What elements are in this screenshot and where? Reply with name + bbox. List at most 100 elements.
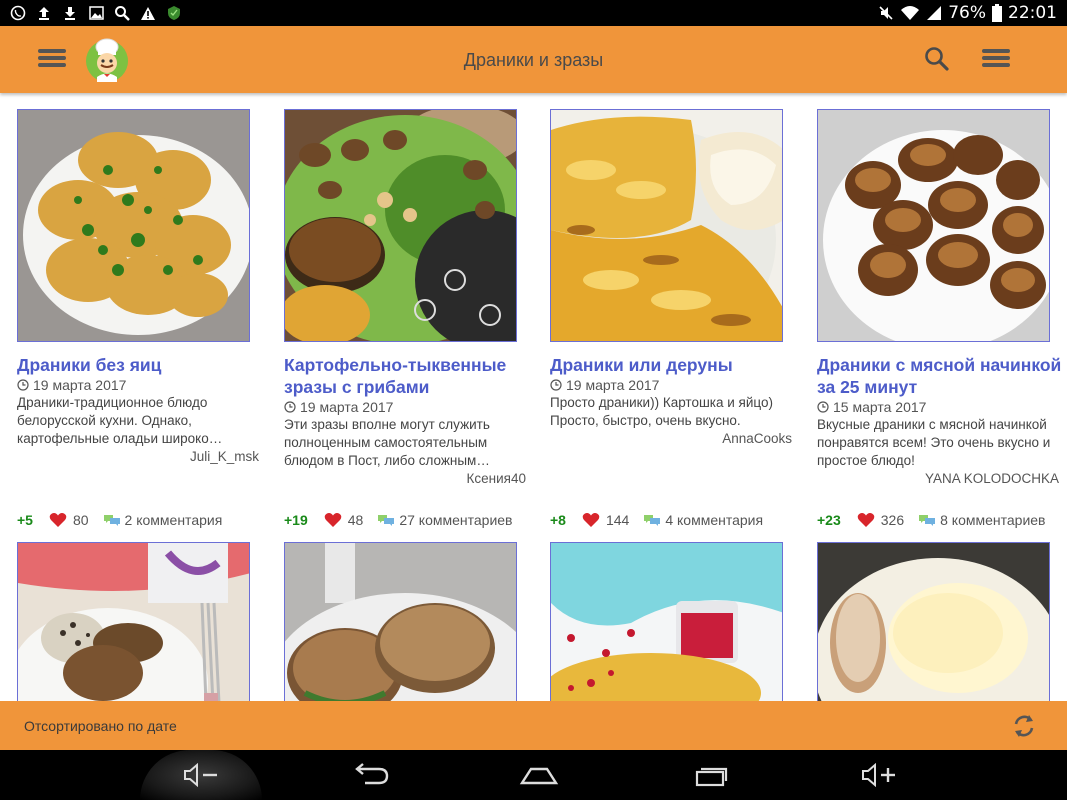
recipe-date: 19 марта 2017	[550, 377, 800, 393]
recipe-card[interactable]: Драники без яиц 19 марта 2017 Драники-тр…	[17, 109, 267, 528]
recipe-photo[interactable]	[17, 542, 250, 701]
recipe-description: Вкусные драники с мясной начинкой понрав…	[817, 417, 1051, 468]
recipe-stats: +23 326 8 комментариев	[817, 512, 1046, 528]
recipe-date-text: 15 марта 2017	[833, 399, 927, 415]
home-icon	[519, 767, 559, 785]
recipe-card[interactable]: Картофельно-тыквенные зразы с грибами 19…	[284, 109, 534, 528]
refresh-icon	[1014, 715, 1034, 737]
menu-icon-line	[982, 63, 1010, 67]
volume-up-button[interactable]	[856, 758, 902, 792]
recipe-title[interactable]: Драники или деруны	[550, 354, 800, 376]
recipe-description: Эти зразы вполне могут служить полноценн…	[284, 417, 490, 468]
recipe-card[interactable]	[284, 542, 534, 701]
sort-label[interactable]: Отсортировано по дате	[24, 718, 177, 734]
search-icon	[925, 47, 949, 71]
recipe-description: Драники-традиционное блюдо белорусской к…	[17, 395, 223, 446]
recipe-stats: +8 144 4 комментария	[550, 512, 763, 528]
rating-score: +23	[817, 512, 841, 528]
comments-count[interactable]: 2 комментария	[125, 512, 223, 528]
menu-icon	[982, 49, 1010, 53]
heart-icon[interactable]	[582, 512, 600, 528]
search-button[interactable]	[922, 44, 952, 74]
recipe-photo[interactable]	[550, 542, 783, 701]
clock-icon	[550, 379, 562, 391]
rating-score: +19	[284, 512, 308, 528]
home-button[interactable]	[516, 758, 562, 792]
recipe-author[interactable]: Juli_K_msk	[17, 449, 259, 464]
likes-count: 326	[880, 512, 905, 528]
recipe-date: 19 марта 2017	[284, 399, 534, 415]
recipe-title[interactable]: Драники без яиц	[17, 354, 267, 376]
recipe-date-text: 19 марта 2017	[566, 377, 660, 393]
battery-icon	[992, 4, 1002, 22]
clock-icon	[817, 401, 829, 413]
recipe-card[interactable]: Драники с мясной начинкой за 25 минут 15…	[817, 109, 1067, 528]
heart-icon[interactable]	[857, 512, 875, 528]
recipe-photo[interactable]	[817, 109, 1050, 342]
download-icon	[62, 5, 78, 21]
recipe-card[interactable]	[17, 542, 267, 701]
comments-count[interactable]: 8 комментариев	[940, 512, 1045, 528]
refresh-button[interactable]	[1010, 712, 1038, 740]
recipe-author[interactable]: YANA KOLODOCHKA	[817, 471, 1059, 486]
heart-icon[interactable]	[324, 512, 342, 528]
recipe-date-text: 19 марта 2017	[33, 377, 127, 393]
viber-icon	[10, 5, 26, 21]
rating-score: +8	[550, 512, 566, 528]
likes-count: 144	[605, 512, 630, 528]
comments-icon[interactable]	[918, 513, 936, 527]
recipe-photo[interactable]	[550, 109, 783, 342]
recipe-photo[interactable]	[17, 109, 250, 342]
comments-count[interactable]: 27 комментариев	[399, 512, 512, 528]
status-bar: 76% 22:01	[0, 0, 1067, 26]
upload-icon	[36, 5, 52, 21]
recipe-author[interactable]: Ксения40	[284, 471, 526, 486]
recipe-date: 19 марта 2017	[17, 377, 267, 393]
recipe-title[interactable]: Картофельно-тыквенные зразы с грибами	[284, 354, 534, 398]
recipe-photo[interactable]	[284, 109, 517, 342]
volume-up-icon	[862, 763, 895, 787]
recipe-stats: +5 80 2 комментария	[17, 512, 222, 528]
page-title: Драники и зразы	[463, 50, 604, 70]
battery-percent: 76%	[948, 3, 986, 23]
recipe-photo[interactable]	[284, 542, 517, 701]
warning-icon	[140, 5, 156, 21]
image-icon	[88, 5, 104, 21]
comments-count[interactable]: 4 комментария	[665, 512, 763, 528]
rating-score: +5	[17, 512, 33, 528]
system-nav-bar	[0, 750, 1067, 800]
back-icon	[355, 763, 389, 785]
comments-icon[interactable]	[377, 513, 395, 527]
app-bar: Драники и зразы	[0, 26, 1067, 93]
likes-count: 48	[347, 512, 364, 528]
recent-apps-icon	[695, 767, 728, 787]
recipe-card[interactable]	[550, 542, 800, 701]
back-button[interactable]	[348, 758, 394, 792]
clock: 22:01	[1008, 3, 1057, 23]
recipe-date-text: 19 марта 2017	[300, 399, 394, 415]
heart-icon[interactable]	[49, 512, 67, 528]
volume-down-button[interactable]	[178, 758, 224, 792]
recipe-card[interactable]: Драники или деруны 19 марта 2017 Просто …	[550, 109, 800, 528]
recipe-card[interactable]	[817, 542, 1067, 701]
likes-count: 80	[72, 512, 89, 528]
recent-apps-button[interactable]	[686, 758, 732, 792]
clock-icon	[284, 401, 296, 413]
recipe-author[interactable]: AnnaCooks	[550, 431, 792, 446]
recipe-grid[interactable]: Драники без яиц 19 марта 2017 Драники-тр…	[0, 93, 1067, 701]
recipe-description: Просто драники)) Картошка и яйцо) Просто…	[550, 395, 773, 428]
recipe-date: 15 марта 2017	[817, 399, 1067, 415]
recipe-photo[interactable]	[817, 542, 1050, 701]
volume-down-icon	[184, 763, 217, 787]
signal-icon	[926, 5, 942, 21]
sort-bar: Отсортировано по дате	[0, 701, 1067, 750]
search-icon	[114, 5, 130, 21]
overflow-menu-button[interactable]	[982, 46, 1014, 74]
shield-icon	[166, 5, 182, 21]
comments-icon[interactable]	[643, 513, 661, 527]
recipe-stats: +19 48 27 комментариев	[284, 512, 513, 528]
comments-icon[interactable]	[103, 513, 121, 527]
recipe-title[interactable]: Драники с мясной начинкой за 25 минут	[817, 354, 1067, 398]
wifi-icon	[900, 5, 920, 21]
clock-icon	[17, 379, 29, 391]
